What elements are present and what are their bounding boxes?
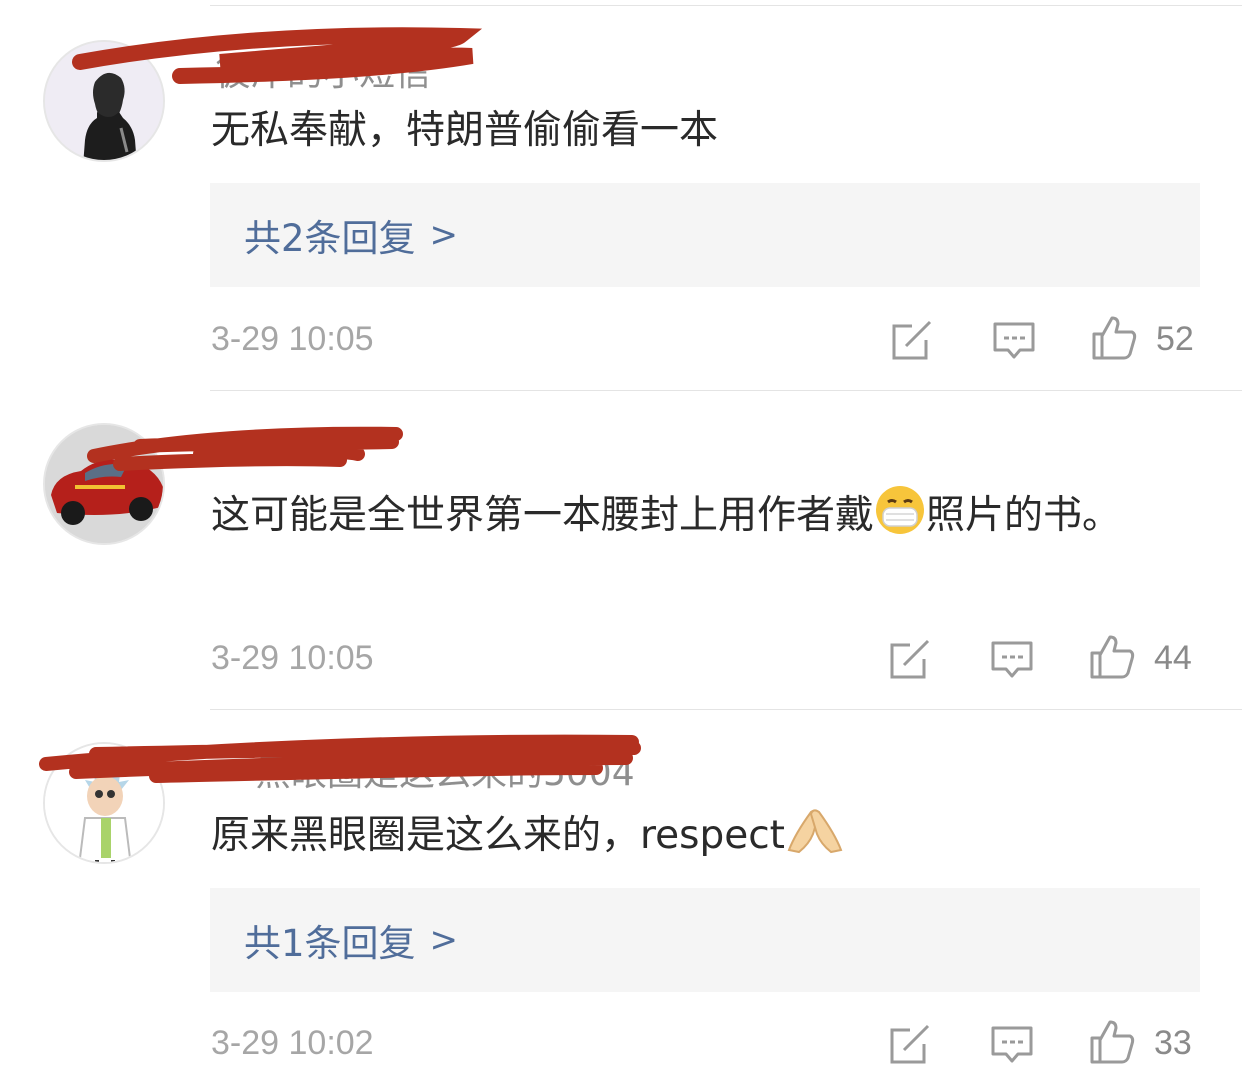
comment-text: 无私奉献，特朗普偷偷看一本	[211, 108, 719, 153]
view-replies-button[interactable]: 共1条回复 >	[210, 888, 1200, 992]
avatar[interactable]	[43, 423, 165, 545]
thumbs-up-icon[interactable]	[1088, 1018, 1136, 1066]
comment-text-part: 原来黑眼圈是这么来的，respect	[211, 813, 785, 858]
thumbs-up-icon[interactable]	[1088, 633, 1136, 681]
avatar[interactable]	[43, 742, 165, 864]
username[interactable]: 黑眼圈是这么来的5004	[255, 744, 635, 796]
comment-text: 原来黑眼圈是这么来的，respect	[211, 803, 1211, 877]
mask-face-emoji	[874, 484, 926, 557]
comment-bubble-icon[interactable]	[992, 318, 1036, 362]
like-count: 52	[1156, 320, 1194, 358]
comment-divider	[210, 709, 1242, 710]
like-count: 44	[1154, 639, 1192, 677]
replies-count: 共2条回复	[244, 217, 416, 260]
comment-text: 这可能是全世界第一本腰封上用作者戴 照片的书。	[211, 483, 1211, 557]
view-replies-button[interactable]: 共2条回复 >	[210, 183, 1200, 287]
like-count: 33	[1154, 1024, 1192, 1062]
comment-bubble-icon[interactable]	[990, 637, 1034, 681]
share-edit-icon[interactable]	[890, 318, 934, 362]
comment-time: 3-29 10:05	[211, 320, 374, 358]
comment-time: 3-29 10:05	[211, 639, 374, 677]
comment-text-part: 照片的书。	[926, 493, 1122, 538]
avatar[interactable]	[43, 40, 165, 162]
replies-count: 共1条回复	[244, 922, 416, 965]
comment-divider	[210, 390, 1242, 391]
comment-bubble-icon[interactable]	[990, 1022, 1034, 1066]
folded-hands-emoji	[785, 804, 845, 877]
share-edit-icon[interactable]	[888, 637, 932, 681]
chevron-right-icon: >	[429, 215, 459, 255]
comment-time: 3-29 10:02	[211, 1024, 374, 1062]
chevron-right-icon: >	[429, 920, 459, 960]
share-edit-icon[interactable]	[888, 1022, 932, 1066]
comment-text-part: 这可能是全世界第一本腰封上用作者戴	[211, 493, 875, 538]
top-divider	[210, 5, 1242, 6]
thumbs-up-icon[interactable]	[1090, 314, 1138, 362]
username[interactable]: 彼岸的小短信	[215, 44, 431, 96]
